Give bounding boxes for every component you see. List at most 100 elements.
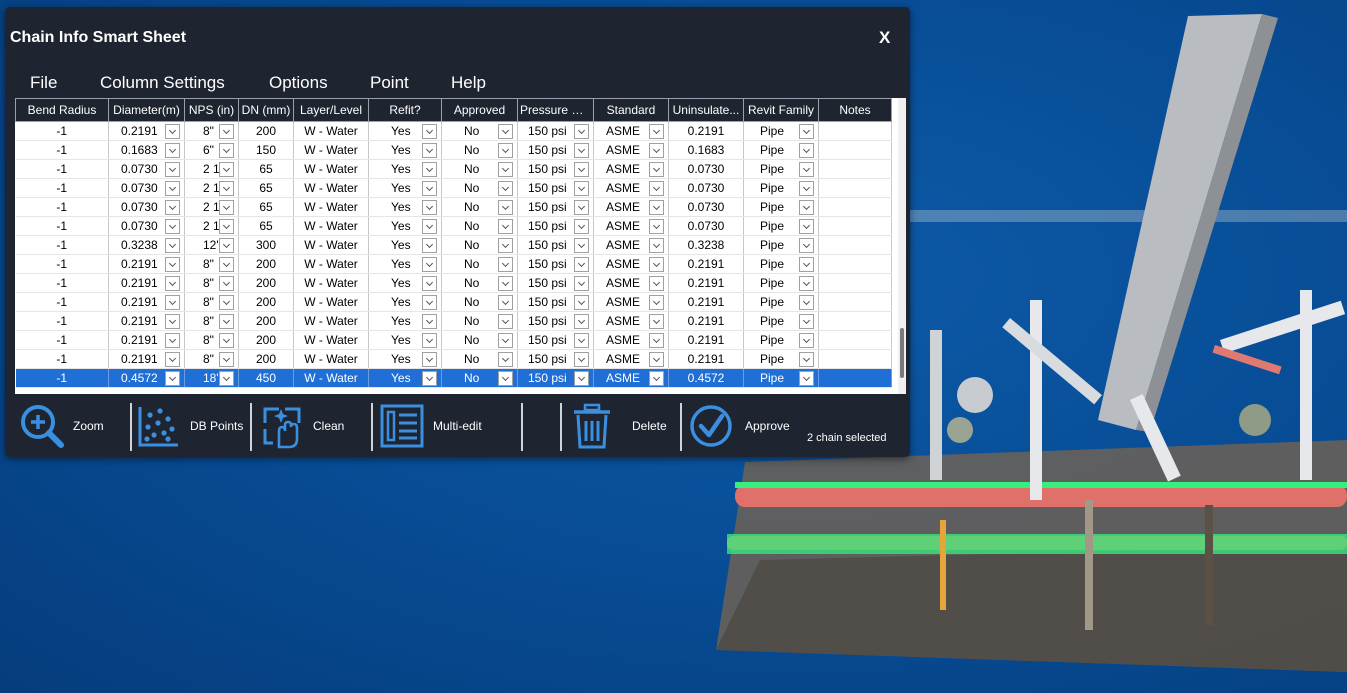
table-cell[interactable]: Yes xyxy=(368,121,442,141)
chevron-down-icon[interactable] xyxy=(649,238,664,253)
column-header[interactable]: Notes xyxy=(818,98,892,122)
table-cell[interactable]: ASME xyxy=(593,178,669,198)
table-cell[interactable]: 150 psi xyxy=(517,140,594,160)
table-cell[interactable]: W - Water xyxy=(293,235,369,255)
table-cell[interactable]: W - Water xyxy=(293,292,369,312)
chevron-down-icon[interactable] xyxy=(649,162,664,177)
chevron-down-icon[interactable] xyxy=(799,181,814,196)
table-cell[interactable]: 2 1/2" xyxy=(184,159,239,179)
table-cell[interactable]: 150 psi xyxy=(517,254,594,274)
table-cell[interactable]: 0.2191 xyxy=(668,273,744,293)
chevron-down-icon[interactable] xyxy=(574,314,589,329)
table-cell[interactable]: 150 psi xyxy=(517,292,594,312)
clean-button[interactable]: Clean xyxy=(259,397,344,455)
table-cell[interactable]: W - Water xyxy=(293,349,369,369)
table-cell[interactable]: 8" xyxy=(184,121,239,141)
chevron-down-icon[interactable] xyxy=(219,371,234,386)
table-cell[interactable]: 200 xyxy=(238,349,294,369)
chevron-down-icon[interactable] xyxy=(422,124,437,139)
table-cell[interactable]: No xyxy=(441,216,518,236)
table-cell[interactable]: Yes xyxy=(368,178,442,198)
table-cell[interactable]: -1 xyxy=(15,140,109,160)
chevron-down-icon[interactable] xyxy=(219,314,234,329)
table-cell[interactable]: Pipe xyxy=(743,178,819,198)
menu-column-settings[interactable]: Column Settings xyxy=(100,73,225,93)
chevron-down-icon[interactable] xyxy=(799,295,814,310)
chevron-down-icon[interactable] xyxy=(165,295,180,310)
chevron-down-icon[interactable] xyxy=(574,124,589,139)
table-cell[interactable]: No xyxy=(441,292,518,312)
table-cell[interactable]: 0.0730 xyxy=(108,159,185,179)
table-cell[interactable]: No xyxy=(441,121,518,141)
chevron-down-icon[interactable] xyxy=(165,219,180,234)
table-cell[interactable]: 150 psi xyxy=(517,349,594,369)
table-cell[interactable]: No xyxy=(441,349,518,369)
chevron-down-icon[interactable] xyxy=(219,295,234,310)
chevron-down-icon[interactable] xyxy=(574,333,589,348)
table-cell[interactable]: ASME xyxy=(593,216,669,236)
table-cell[interactable]: -1 xyxy=(15,254,109,274)
table-cell[interactable]: 0.0730 xyxy=(668,159,744,179)
table-cell[interactable]: -1 xyxy=(15,311,109,331)
chevron-down-icon[interactable] xyxy=(219,352,234,367)
table-cell[interactable]: No xyxy=(441,273,518,293)
table-cell[interactable] xyxy=(818,216,892,236)
chevron-down-icon[interactable] xyxy=(574,181,589,196)
chevron-down-icon[interactable] xyxy=(165,314,180,329)
column-header[interactable]: DN (mm) xyxy=(238,98,294,122)
table-cell[interactable]: 150 psi xyxy=(517,197,594,217)
table-cell[interactable]: ASME xyxy=(593,311,669,331)
table-cell[interactable] xyxy=(818,197,892,217)
table-cell[interactable] xyxy=(818,349,892,369)
table-cell[interactable]: ASME xyxy=(593,140,669,160)
chevron-down-icon[interactable] xyxy=(165,200,180,215)
chevron-down-icon[interactable] xyxy=(649,143,664,158)
chevron-down-icon[interactable] xyxy=(498,371,513,386)
table-cell[interactable]: W - Water xyxy=(293,121,369,141)
chevron-down-icon[interactable] xyxy=(498,238,513,253)
table-cell[interactable]: 0.0730 xyxy=(668,216,744,236)
column-header[interactable]: Layer/Level xyxy=(293,98,369,122)
chevron-down-icon[interactable] xyxy=(574,219,589,234)
chevron-down-icon[interactable] xyxy=(219,333,234,348)
table-cell[interactable]: -1 xyxy=(15,197,109,217)
table-row[interactable]: -1 0.0730 2 1/2"65W - Water Yes No 150 psi ASM… xyxy=(15,197,892,217)
chevron-down-icon[interactable] xyxy=(799,124,814,139)
table-cell[interactable]: 0.2191 xyxy=(668,330,744,350)
scrollbar-thumb[interactable] xyxy=(900,328,904,378)
chevron-down-icon[interactable] xyxy=(574,276,589,291)
table-cell[interactable]: -1 xyxy=(15,235,109,255)
table-cell[interactable]: 6" xyxy=(184,140,239,160)
table-cell[interactable]: 300 xyxy=(238,235,294,255)
table-row[interactable]: -1 0.2191 8" 200 W - Water Yes No 150 psi ASME 0.… xyxy=(15,330,892,350)
table-cell[interactable]: 200 xyxy=(238,273,294,293)
table-cell[interactable]: 150 psi xyxy=(517,121,594,141)
table-cell[interactable]: ASME xyxy=(593,159,669,179)
table-row[interactable]: -1 0.2191 8" 200 W - Water Yes No 150 psi ASME 0.… xyxy=(15,311,892,331)
table-cell[interactable]: Pipe xyxy=(743,197,819,217)
table-cell[interactable]: Yes xyxy=(368,140,442,160)
table-cell[interactable]: 450 xyxy=(238,368,294,388)
table-cell[interactable]: 200 xyxy=(238,311,294,331)
table-cell[interactable]: Yes xyxy=(368,368,442,388)
table-cell[interactable]: 150 psi xyxy=(517,311,594,331)
chevron-down-icon[interactable] xyxy=(799,200,814,215)
table-cell[interactable]: 8" xyxy=(184,292,239,312)
chevron-down-icon[interactable] xyxy=(574,257,589,272)
chevron-down-icon[interactable] xyxy=(498,333,513,348)
table-cell[interactable]: 150 psi xyxy=(517,216,594,236)
table-cell[interactable]: 0.2191 xyxy=(108,311,185,331)
column-header[interactable]: Uninsulate... xyxy=(668,98,744,122)
chevron-down-icon[interactable] xyxy=(422,162,437,177)
table-cell[interactable]: Pipe xyxy=(743,254,819,274)
chevron-down-icon[interactable] xyxy=(649,352,664,367)
table-row[interactable]: -1 0.2191 8" 200 W - Water Yes No 150 psi ASME 0.… xyxy=(15,349,892,369)
table-cell[interactable]: 0.2191 xyxy=(668,349,744,369)
chevron-down-icon[interactable] xyxy=(498,200,513,215)
table-cell[interactable] xyxy=(818,121,892,141)
column-header[interactable]: Bend Radius xyxy=(15,98,109,122)
column-header[interactable]: Pressure Ra... xyxy=(517,98,594,122)
table-cell[interactable]: 150 psi xyxy=(517,273,594,293)
table-cell[interactable]: W - Water xyxy=(293,330,369,350)
chevron-down-icon[interactable] xyxy=(165,162,180,177)
